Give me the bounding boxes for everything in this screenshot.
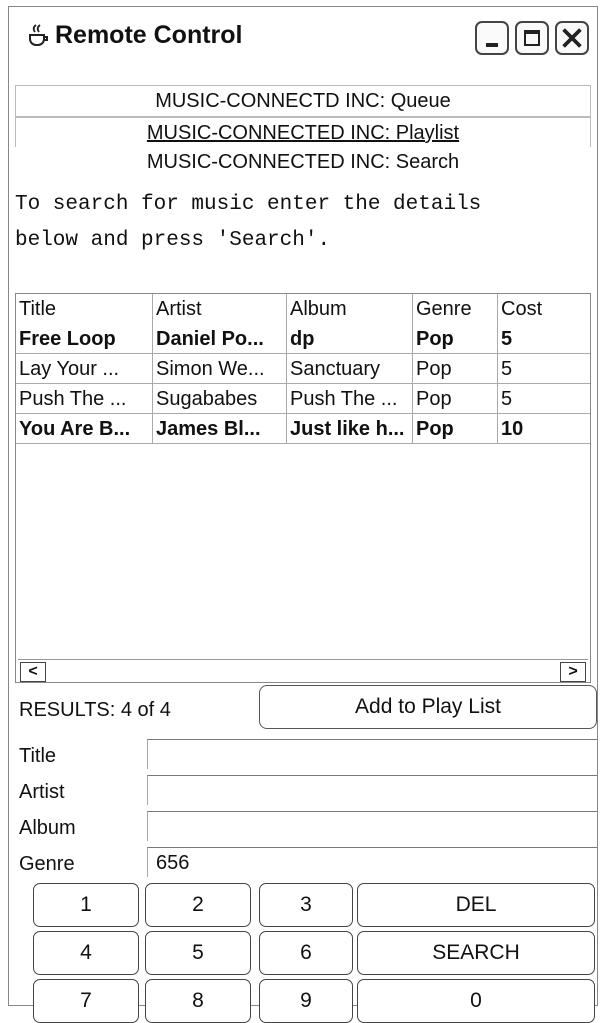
cell-genre: Pop [413, 414, 498, 444]
remote-control-window: Remote Control MUSIC-CONNECTD INC: Queue… [8, 6, 598, 1023]
cell-album: Just like h... [287, 414, 413, 444]
cell-title: Lay Your ... [16, 354, 153, 384]
table-header: Title Artist Album Genre Cost [16, 294, 590, 324]
key-5-button[interactable]: 5 [145, 931, 251, 975]
content-panel: MUSIC-CONNECTD INC: Queue MUSIC-CONNECTE… [15, 65, 597, 1023]
scroll-left-button[interactable]: < [20, 662, 46, 682]
cell-artist: Sugababes [153, 384, 287, 414]
cell-album: dp [287, 324, 413, 354]
close-button[interactable] [555, 21, 589, 55]
cell-album: Sanctuary [287, 354, 413, 384]
java-cup-icon [29, 24, 48, 46]
key-9-button[interactable]: 9 [259, 979, 353, 1023]
cell-cost: 5 [498, 324, 590, 354]
key-2-button[interactable]: 2 [145, 883, 251, 927]
cell-cost: 10 [498, 414, 590, 444]
key-4-button[interactable]: 4 [33, 931, 139, 975]
key-0-button[interactable]: 0 [357, 979, 595, 1023]
instructions-line-2: below and press 'Search'. [15, 229, 331, 252]
album-label: Album [19, 817, 76, 839]
column-header-title[interactable]: Title [16, 294, 153, 324]
playlist-button[interactable]: MUSIC-CONNECTED INC: Playlist [15, 117, 591, 149]
key-3-button[interactable]: 3 [259, 883, 353, 927]
table-row[interactable]: You Are B... James Bl... Just like h... … [16, 414, 590, 444]
key-1-button[interactable]: 1 [33, 883, 139, 927]
del-button[interactable]: DEL [357, 883, 595, 927]
artist-field[interactable] [147, 775, 597, 805]
cell-artist: Simon We... [153, 354, 287, 384]
cell-title: Push The ... [16, 384, 153, 414]
title-bar: Remote Control [9, 7, 597, 63]
maximize-icon [524, 30, 540, 46]
window-title: Remote Control [55, 21, 243, 49]
scroll-right-button[interactable]: > [560, 662, 586, 682]
queue-button[interactable]: MUSIC-CONNECTD INC: Queue [15, 85, 591, 117]
key-7-button[interactable]: 7 [33, 979, 139, 1023]
cell-genre: Pop [413, 324, 498, 354]
cell-album: Push The ... [287, 384, 413, 414]
horizontal-scrollbar[interactable]: < > [18, 659, 588, 682]
cell-cost: 5 [498, 384, 590, 414]
table-row[interactable]: Free Loop Daniel Po... dp Pop 5 [16, 324, 590, 354]
cell-artist: Daniel Po... [153, 324, 287, 354]
playlist-label: MUSIC-CONNECTED INC: Playlist [146, 122, 460, 144]
table-row[interactable]: Lay Your ... Simon We... Sanctuary Pop 5 [16, 354, 590, 384]
column-header-cost[interactable]: Cost [498, 294, 590, 324]
minimize-button[interactable] [475, 21, 509, 55]
column-header-album[interactable]: Album [287, 294, 413, 324]
minimize-icon [486, 43, 498, 47]
cell-artist: James Bl... [153, 414, 287, 444]
cell-cost: 5 [498, 354, 590, 384]
cell-title: You Are B... [16, 414, 153, 444]
close-icon [562, 28, 582, 48]
instructions-line-1: To search for music enter the details [15, 193, 482, 216]
title-label: Title [19, 745, 57, 767]
key-8-button[interactable]: 8 [145, 979, 251, 1023]
results-table: Title Artist Album Genre Cost Free Loop … [15, 293, 591, 683]
cell-title: Free Loop [16, 324, 153, 354]
table-row[interactable]: Push The ... Sugababes Push The ... Pop … [16, 384, 590, 414]
column-header-genre[interactable]: Genre [413, 294, 498, 324]
results-count: RESULTS: 4 of 4 [19, 699, 171, 721]
album-field[interactable] [147, 811, 597, 841]
key-6-button[interactable]: 6 [259, 931, 353, 975]
search-button[interactable]: SEARCH [357, 931, 595, 975]
genre-label: Genre [19, 853, 75, 875]
cell-genre: Pop [413, 354, 498, 384]
column-header-artist[interactable]: Artist [153, 294, 287, 324]
title-field[interactable] [147, 739, 597, 769]
maximize-button[interactable] [515, 21, 549, 55]
cell-genre: Pop [413, 384, 498, 414]
artist-label: Artist [19, 781, 65, 803]
genre-field[interactable]: 656 [147, 847, 597, 877]
search-tab-label[interactable]: MUSIC-CONNECTED INC: Search [15, 147, 591, 179]
add-to-playlist-button[interactable]: Add to Play List [259, 685, 597, 729]
